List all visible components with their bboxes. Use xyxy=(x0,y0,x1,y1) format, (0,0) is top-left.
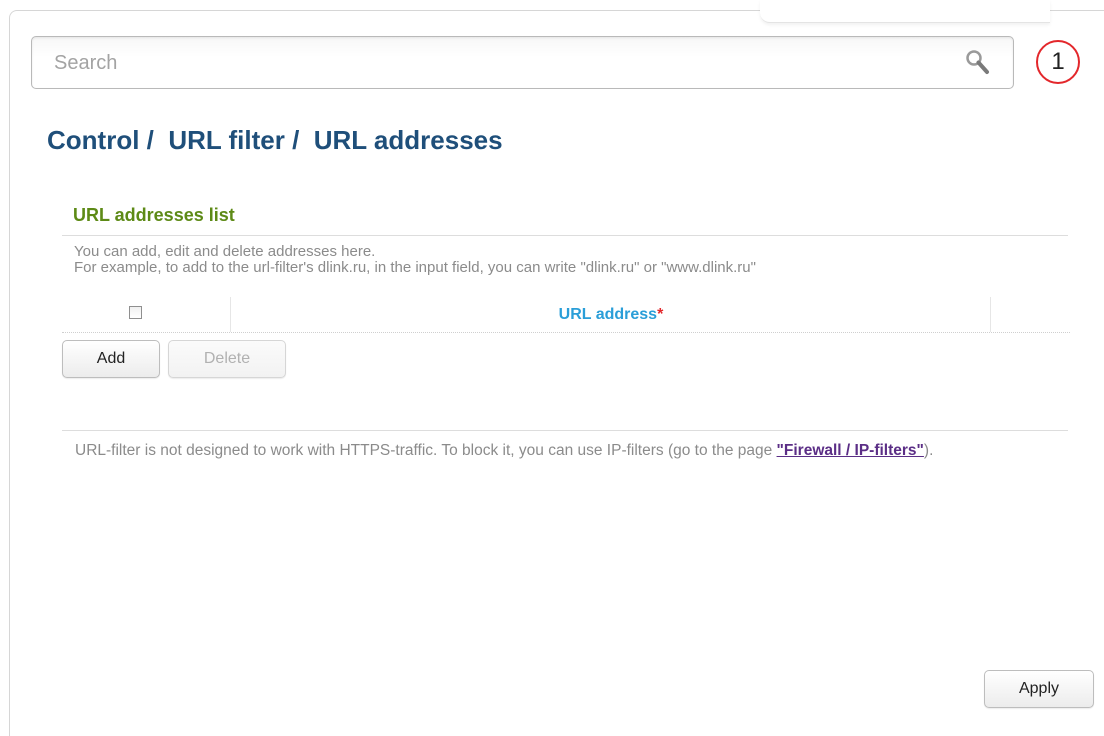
column-url-label: URL address xyxy=(558,306,658,323)
description-line-2: For example, to add to the url-filter's … xyxy=(74,259,756,276)
search-icon[interactable] xyxy=(965,49,991,77)
select-all-checkbox[interactable] xyxy=(129,306,142,319)
note-suffix: ). xyxy=(923,442,934,459)
header-tab xyxy=(760,0,1050,23)
delete-button[interactable]: Delete xyxy=(168,340,286,378)
page-title: Control / URL filter / URL addresses xyxy=(47,125,503,155)
note-divider xyxy=(62,430,1068,431)
notification-count: 1 xyxy=(1051,48,1065,75)
apply-button-label: Apply xyxy=(1018,680,1060,697)
section-divider xyxy=(62,235,1068,236)
firewall-ip-filters-link[interactable]: "Firewall / IP-filters" xyxy=(777,442,924,459)
required-mark: * xyxy=(657,306,664,323)
add-button[interactable]: Add xyxy=(62,340,160,378)
https-note: URL-filter is not designed to work with … xyxy=(75,441,1065,461)
delete-button-label: Delete xyxy=(203,350,251,367)
column-header-url-address[interactable]: URL address* xyxy=(231,306,991,324)
note-text: URL-filter is not designed to work with … xyxy=(75,442,777,459)
section-title: URL addresses list xyxy=(73,205,235,225)
section-description: You can add, edit and delete addresses h… xyxy=(74,244,756,276)
search-placeholder: Search xyxy=(54,52,118,74)
description-line-1: You can add, edit and delete addresses h… xyxy=(74,243,376,260)
add-button-label: Add xyxy=(96,350,126,367)
apply-button[interactable]: Apply xyxy=(984,670,1094,708)
notification-badge[interactable]: 1 xyxy=(1036,40,1080,84)
search-field[interactable]: Search xyxy=(31,36,1014,89)
